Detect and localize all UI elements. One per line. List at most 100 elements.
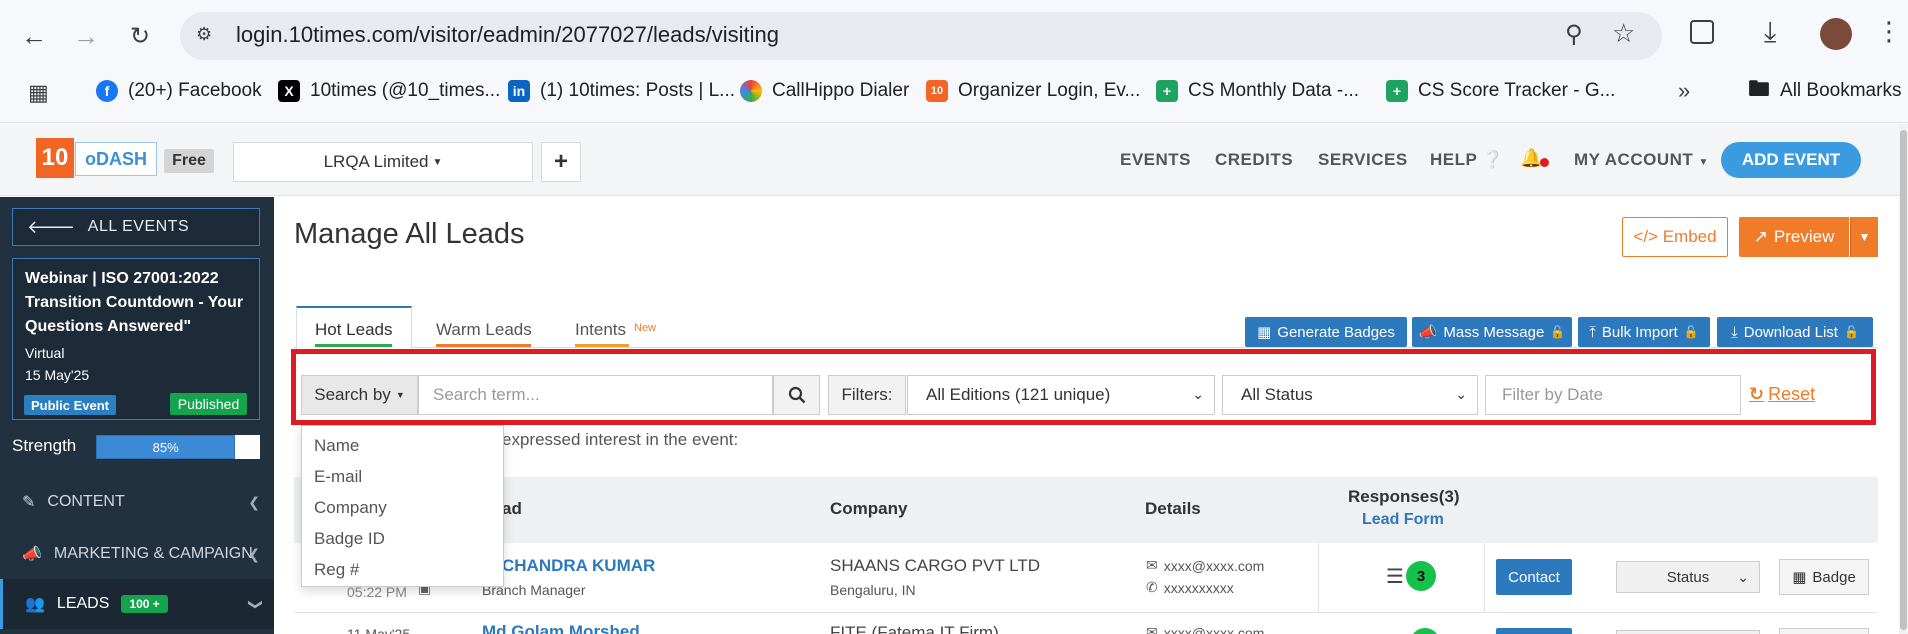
- search-input[interactable]: Search term...: [418, 375, 773, 415]
- interest-text: expressed interest in the event:: [502, 430, 739, 449]
- new-badge: New: [634, 322, 657, 334]
- menu-icon[interactable]: ⋮: [1876, 16, 1902, 47]
- page-scrollbar[interactable]: [1899, 124, 1908, 634]
- lead-name[interactable]: Md Golam Morshed: [482, 622, 640, 634]
- leads-count-badge: 100 +: [121, 595, 168, 613]
- search-by-option-reg[interactable]: Reg #: [302, 554, 503, 585]
- logo-10times[interactable]: 10: [36, 138, 74, 178]
- envelope-icon: ✉: [1146, 624, 1158, 634]
- bookmark-star-icon[interactable]: ☆: [1612, 18, 1635, 49]
- table-header: [294, 477, 1878, 543]
- lock-icon: 🔓: [1550, 325, 1566, 339]
- status-select[interactable]: All Status ⌄: [1222, 375, 1478, 415]
- reload-icon[interactable]: ↻: [122, 18, 158, 54]
- published-badge: Published: [170, 393, 247, 415]
- strength-bar: 85%: [96, 435, 260, 459]
- bookmark-cs-score[interactable]: + CS Score Tracker - G...: [1386, 78, 1615, 104]
- nav-my-account[interactable]: MY ACCOUNT ▼: [1574, 150, 1709, 170]
- logo-odash[interactable]: oDASH: [75, 142, 157, 176]
- folder-icon: 🖿: [1748, 76, 1771, 101]
- site-info-icon[interactable]: ⚙: [196, 24, 212, 45]
- intents-underline: [575, 344, 629, 347]
- more-bookmarks-icon[interactable]: »: [1678, 78, 1690, 104]
- nav-services[interactable]: SERVICES: [1318, 150, 1408, 170]
- arrow-left-icon: 🡐: [27, 216, 76, 237]
- sidebar-item-marketing[interactable]: 📣 MARKETING & CAMPAIGN ❮: [0, 529, 274, 579]
- lead-form-link[interactable]: Lead Form: [1362, 511, 1444, 529]
- bell-icon[interactable]: 🔔: [1520, 148, 1542, 169]
- hot-leads-underline: [315, 344, 392, 347]
- all-events-button[interactable]: 🡐 ALL EVENTS: [12, 208, 260, 246]
- editions-select[interactable]: All Editions (121 unique) ⌄: [907, 375, 1215, 415]
- bookmark-callhippo[interactable]: CallHippo Dialer: [740, 78, 909, 104]
- apps-icon[interactable]: ▦: [28, 80, 49, 106]
- reset-button[interactable]: ↻ Reset: [1749, 384, 1815, 405]
- download-icon[interactable]: ⤓: [1764, 16, 1776, 49]
- extensions-icon[interactable]: [1690, 20, 1714, 44]
- download-list-button[interactable]: ⤓ Download List 🔓: [1717, 317, 1873, 347]
- search-by-option-company[interactable]: Company: [302, 492, 503, 523]
- filters-label: Filters:: [828, 375, 906, 415]
- profile-avatar[interactable]: [1820, 18, 1852, 50]
- all-bookmarks[interactable]: 🖿 All Bookmarks: [1748, 76, 1901, 104]
- qr-icon: ▦: [1792, 569, 1807, 586]
- preview-button[interactable]: ↗ Preview: [1739, 217, 1849, 257]
- notification-dot: [1540, 158, 1549, 167]
- content-icon: ✎: [22, 494, 36, 511]
- lead-location: Bengaluru, IN: [830, 582, 916, 598]
- add-event-button[interactable]: ADD EVENT: [1721, 142, 1861, 178]
- search-button[interactable]: [773, 375, 820, 415]
- search-by-option-name[interactable]: Name: [302, 430, 503, 461]
- contact-button[interactable]: [1496, 628, 1572, 634]
- status-select[interactable]: Status ⌄: [1616, 561, 1760, 593]
- tab-warm-leads[interactable]: Warm Leads: [436, 320, 532, 340]
- badge-button[interactable]: [1779, 628, 1869, 634]
- search-icon: [788, 386, 805, 404]
- sidebar-item-content[interactable]: ✎ CONTENT ❮: [0, 477, 274, 527]
- bulk-import-button[interactable]: ⤒ Bulk Import 🔓: [1578, 317, 1710, 347]
- lead-email: ✉ xxxx@xxxx.com: [1146, 624, 1264, 634]
- generate-badges-button[interactable]: ▦ Generate Badges: [1245, 317, 1407, 347]
- lead-name[interactable]: CHANDRA KUMAR: [502, 556, 655, 576]
- qr-icon: ▦: [1257, 324, 1272, 341]
- column-divider: [1318, 543, 1319, 613]
- search-by-dropdown[interactable]: Search by ▼: [301, 375, 418, 415]
- column-lead: ad: [502, 499, 522, 518]
- status-select[interactable]: [1616, 630, 1760, 634]
- strength-label: Strength: [12, 436, 77, 455]
- help-icon: ❔: [1482, 150, 1504, 169]
- back-icon[interactable]: ←: [16, 18, 52, 54]
- bookmark-cs-monthly[interactable]: + CS Monthly Data -...: [1156, 78, 1359, 104]
- search-by-option-badge-id[interactable]: Badge ID: [302, 523, 503, 554]
- scrollbar-thumb[interactable]: [1900, 130, 1907, 630]
- chevron-down-icon: ❮: [245, 598, 262, 610]
- tab-hot-leads[interactable]: Hot Leads: [315, 320, 393, 340]
- nav-help[interactable]: HELP ❔: [1430, 150, 1504, 170]
- responses-count[interactable]: 3: [1406, 561, 1436, 591]
- bookmark-facebook[interactable]: f (20+) Facebook: [96, 78, 262, 104]
- preview-dropdown-toggle[interactable]: ▼: [1850, 217, 1878, 257]
- nav-events[interactable]: EVENTS: [1120, 150, 1191, 170]
- mass-message-button[interactable]: 📣 Mass Message 🔓: [1412, 317, 1572, 347]
- forward-icon[interactable]: →: [68, 18, 104, 54]
- tab-intents[interactable]: Intents: [575, 320, 626, 340]
- sidebar-item-leads[interactable]: 👥 LEADS 100 + ❮: [0, 579, 274, 629]
- bookmark-organizer-login[interactable]: 10 Organizer Login, Ev...: [926, 78, 1140, 104]
- facebook-icon: f: [96, 80, 118, 102]
- 10times-icon: 10: [926, 80, 948, 102]
- badge-button[interactable]: ▦ Badge: [1779, 559, 1869, 595]
- date-filter-input[interactable]: Filter by Date: [1485, 375, 1741, 415]
- lead-company: FITE (Fatema IT Firm): [830, 623, 999, 634]
- nav-credits[interactable]: CREDITS: [1215, 150, 1293, 170]
- organization-select[interactable]: LRQA Limited ▼: [233, 142, 533, 182]
- bookmark-x[interactable]: X 10times (@10_times...: [278, 78, 500, 104]
- search-by-option-email[interactable]: E-mail: [302, 461, 503, 492]
- embed-button[interactable]: </> Embed: [1622, 217, 1728, 257]
- sheets-icon: +: [1386, 80, 1408, 102]
- add-organization-button[interactable]: +: [541, 142, 581, 182]
- bookmark-linkedin[interactable]: in (1) 10times: Posts | L...: [508, 78, 735, 104]
- zoom-icon[interactable]: ⚲: [1565, 20, 1583, 49]
- list-icon[interactable]: ☰: [1386, 564, 1404, 589]
- contact-button[interactable]: Contact: [1496, 559, 1572, 595]
- plan-badge: Free: [164, 149, 214, 173]
